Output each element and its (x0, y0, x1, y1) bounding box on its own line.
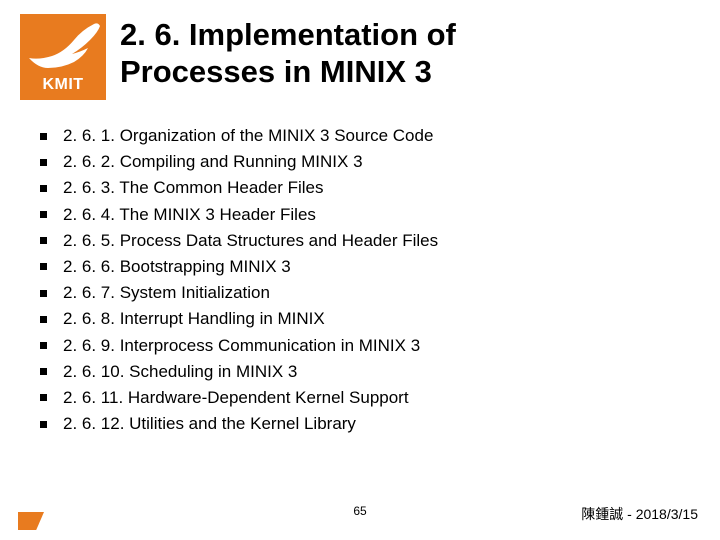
item-text: 2. 6. 5. Process Data Structures and Hea… (63, 231, 438, 251)
page-title: 2. 6. Implementation of Processes in MIN… (120, 14, 456, 90)
list-item: 2. 6. 7. System Initialization (40, 283, 680, 303)
footer-sep: - (623, 506, 635, 522)
slide-content: 2. 6. 1. Organization of the MINIX 3 Sou… (0, 108, 720, 434)
item-text: 2. 6. 8. Interrupt Handling in MINIX (63, 309, 325, 329)
list-item: 2. 6. 4. The MINIX 3 Header Files (40, 205, 680, 225)
bullet-icon (40, 368, 47, 375)
item-text: 2. 6. 10. Scheduling in MINIX 3 (63, 362, 297, 382)
list-item: 2. 6. 5. Process Data Structures and Hea… (40, 231, 680, 251)
bullet-icon (40, 159, 47, 166)
bird-icon (24, 18, 102, 76)
bullet-icon (40, 185, 47, 192)
item-text: 2. 6. 7. System Initialization (63, 283, 270, 303)
page-number: 65 (353, 504, 366, 518)
bullet-icon (40, 263, 47, 270)
item-text: 2. 6. 2. Compiling and Running MINIX 3 (63, 152, 363, 172)
outline-list: 2. 6. 1. Organization of the MINIX 3 Sou… (40, 126, 680, 434)
bullet-icon (40, 290, 47, 297)
footer-logo-icon (18, 512, 44, 530)
list-item: 2. 6. 9. Interprocess Communication in M… (40, 336, 680, 356)
author-name: 陳鍾誠 (581, 506, 623, 522)
bullet-icon (40, 342, 47, 349)
footer-credit: 陳鍾誠 - 2018/3/15 (581, 504, 698, 524)
title-line-2: Processes in MINIX 3 (120, 54, 432, 89)
list-item: 2. 6. 11. Hardware-Dependent Kernel Supp… (40, 388, 680, 408)
bullet-icon (40, 394, 47, 401)
title-line-1: 2. 6. Implementation of (120, 17, 456, 52)
item-text: 2. 6. 11. Hardware-Dependent Kernel Supp… (63, 388, 409, 408)
list-item: 2. 6. 3. The Common Header Files (40, 178, 680, 198)
item-text: 2. 6. 6. Bootstrapping MINIX 3 (63, 257, 291, 277)
list-item: 2. 6. 6. Bootstrapping MINIX 3 (40, 257, 680, 277)
bullet-icon (40, 421, 47, 428)
footer-date: 2018/3/15 (636, 506, 698, 522)
item-text: 2. 6. 3. The Common Header Files (63, 178, 323, 198)
bullet-icon (40, 237, 47, 244)
list-item: 2. 6. 12. Utilities and the Kernel Libra… (40, 414, 680, 434)
slide-footer: 65 陳鍾誠 - 2018/3/15 (0, 504, 720, 528)
bullet-icon (40, 133, 47, 140)
item-text: 2. 6. 12. Utilities and the Kernel Libra… (63, 414, 356, 434)
list-item: 2. 6. 2. Compiling and Running MINIX 3 (40, 152, 680, 172)
list-item: 2. 6. 1. Organization of the MINIX 3 Sou… (40, 126, 680, 146)
item-text: 2. 6. 1. Organization of the MINIX 3 Sou… (63, 126, 433, 146)
slide-header: KMIT 2. 6. Implementation of Processes i… (0, 0, 720, 108)
kmit-logo: KMIT (20, 14, 106, 100)
bullet-icon (40, 316, 47, 323)
item-text: 2. 6. 4. The MINIX 3 Header Files (63, 205, 316, 225)
list-item: 2. 6. 10. Scheduling in MINIX 3 (40, 362, 680, 382)
item-text: 2. 6. 9. Interprocess Communication in M… (63, 336, 420, 356)
logo-text: KMIT (20, 76, 106, 94)
bullet-icon (40, 211, 47, 218)
list-item: 2. 6. 8. Interrupt Handling in MINIX (40, 309, 680, 329)
